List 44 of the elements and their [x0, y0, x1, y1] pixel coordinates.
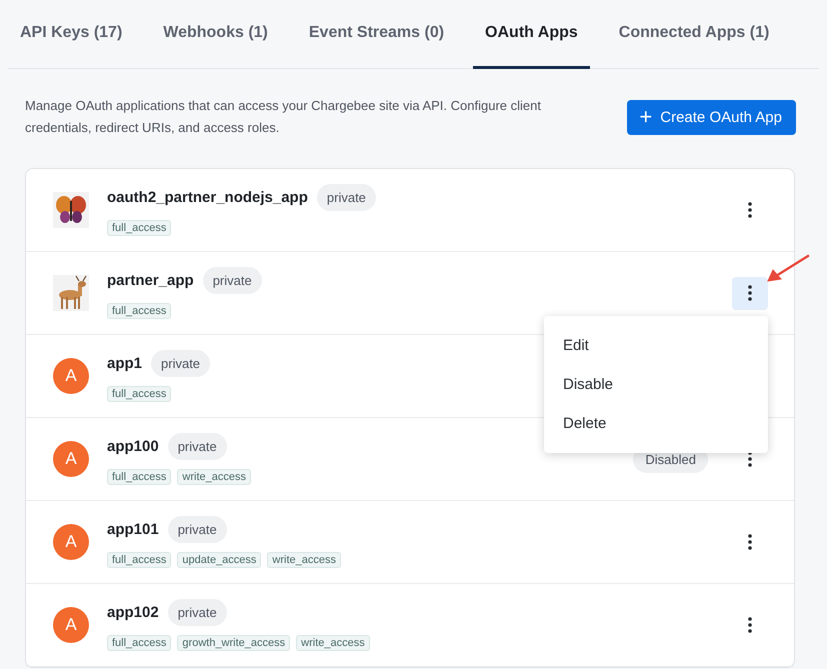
create-app-button[interactable]: + Create OAuth App [627, 100, 796, 134]
more-icon [748, 451, 752, 467]
scope-tag: update_access [177, 552, 262, 568]
visibility-badge: private [168, 433, 227, 460]
app-name: app1 [107, 355, 142, 372]
scope-tag: full_access [107, 469, 172, 485]
more-icon [748, 285, 752, 301]
scope-tag: growth_write_access [177, 635, 290, 651]
scope-tag: full_access [107, 220, 172, 236]
app-name: app102 [107, 604, 159, 621]
scope-tag: full_access [107, 552, 172, 568]
more-icon [748, 617, 752, 633]
app-name: app100 [107, 438, 159, 455]
menu-item[interactable]: Edit [544, 326, 768, 365]
scope-tag: full_access [107, 303, 172, 319]
visibility-badge: private [168, 599, 227, 626]
scope-tag: full_access [107, 386, 172, 402]
scope-tag: write_access [296, 635, 370, 651]
menu-item[interactable]: Disable [544, 365, 768, 404]
app-name: partner_app [107, 272, 194, 289]
avatar: A [53, 524, 89, 560]
visibility-badge: private [316, 184, 376, 211]
more-button[interactable] [732, 276, 768, 310]
tab[interactable]: API Keys (17) [8, 0, 134, 69]
plus-icon: + [639, 106, 652, 128]
tab[interactable]: Event Streams (0) [296, 0, 456, 69]
description: Manage OAuth applications that can access your Chargebee site via API. Configure client credentials, redirect URIs, and access roles. [25, 97, 542, 137]
more-icon [748, 534, 752, 550]
scope-tag: write_access [177, 469, 251, 485]
scope-tag: write_access [267, 552, 341, 568]
tab[interactable]: Webhooks (1) [151, 0, 280, 69]
app-name: oauth2_partner_nodejs_app [107, 189, 308, 206]
app-name: app101 [107, 521, 159, 538]
visibility-badge: private [151, 350, 210, 377]
avatar: A [53, 441, 89, 477]
visibility-badge: private [202, 267, 262, 294]
more-icon [748, 202, 752, 218]
visibility-badge: private [168, 516, 227, 543]
avatar: A [53, 607, 89, 643]
avatar: A [53, 358, 89, 394]
scope-tag: full_access [107, 635, 172, 651]
menu-item[interactable]: Delete [544, 404, 768, 443]
tab[interactable]: OAuth Apps [473, 0, 590, 69]
tab[interactable]: Connected Apps (1) [606, 0, 782, 69]
